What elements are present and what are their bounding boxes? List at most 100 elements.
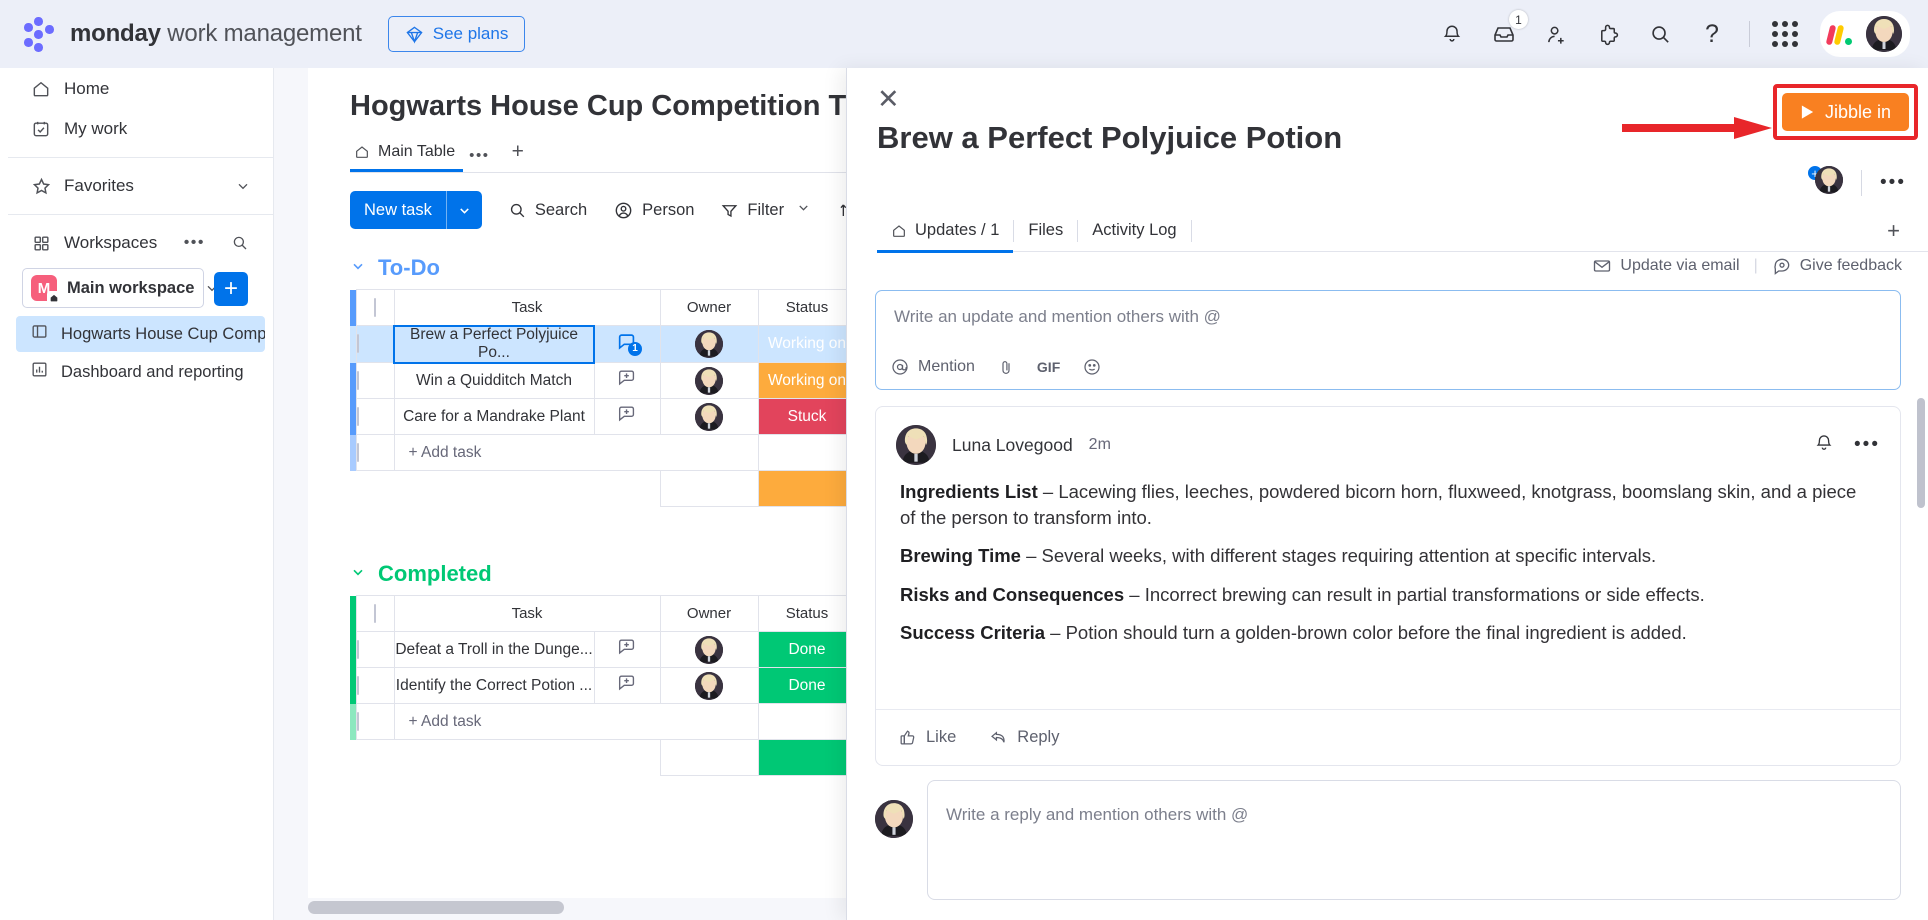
add-tab-icon[interactable]: + bbox=[1887, 218, 1900, 244]
tab-updates[interactable]: Updates / 1 bbox=[877, 210, 1014, 253]
update-composer[interactable]: Write an update and mention others with … bbox=[875, 290, 1901, 390]
mention-button[interactable]: Mention bbox=[890, 357, 975, 377]
workspace-selector[interactable]: M Main workspace bbox=[22, 268, 217, 308]
board-horizontal-scrollbar[interactable] bbox=[308, 901, 564, 914]
add-task-label[interactable]: + Add task bbox=[393, 703, 759, 740]
task-name-cell[interactable]: Defeat a Troll in the Dunge... bbox=[393, 631, 595, 668]
avatar[interactable] bbox=[695, 402, 723, 431]
post-more-actions-icon[interactable]: ••• bbox=[1854, 434, 1880, 456]
avatar[interactable] bbox=[695, 330, 723, 358]
column-header-task[interactable]: Task bbox=[393, 595, 661, 632]
row-checkbox[interactable] bbox=[356, 406, 359, 426]
owner-cell[interactable] bbox=[659, 631, 759, 668]
chevron-down-icon[interactable] bbox=[447, 203, 482, 218]
task-name-cell[interactable]: Care for a Mandrake Plant bbox=[393, 398, 595, 435]
status-badge[interactable]: Working on bbox=[757, 325, 857, 363]
task-name-cell[interactable]: Identify the Correct Potion ... bbox=[393, 667, 595, 704]
updates-cell[interactable] bbox=[593, 667, 661, 704]
chevron-down-icon[interactable] bbox=[350, 564, 366, 585]
owner-cell[interactable] bbox=[659, 362, 759, 399]
select-all-checkbox[interactable] bbox=[374, 298, 376, 317]
reply-button[interactable]: Reply bbox=[988, 728, 1059, 747]
reply-input-placeholder[interactable]: Write a reply and mention others with @ bbox=[946, 805, 1248, 825]
inbox-icon[interactable]: 1 bbox=[1489, 10, 1528, 49]
status-badge[interactable]: Done bbox=[757, 631, 857, 668]
tab-files[interactable]: Files bbox=[1014, 210, 1077, 252]
avatar[interactable] bbox=[896, 425, 936, 465]
row-checkbox[interactable] bbox=[356, 334, 359, 353]
tab-more-icon[interactable]: ••• bbox=[463, 147, 496, 172]
sidebar-item-favorites[interactable]: Favorites bbox=[16, 167, 265, 205]
panel-more-actions-icon[interactable]: ••• bbox=[1880, 172, 1906, 194]
sidebar-item-my-work[interactable]: My work bbox=[16, 110, 265, 148]
update-via-email-button[interactable]: Update via email bbox=[1592, 256, 1740, 276]
new-task-button[interactable]: New task bbox=[350, 191, 482, 229]
board-search-button[interactable]: Search bbox=[508, 201, 587, 220]
avatar[interactable] bbox=[875, 800, 913, 838]
bell-icon[interactable] bbox=[1437, 19, 1467, 49]
workspaces-search-icon[interactable] bbox=[229, 232, 251, 254]
chevron-down-icon[interactable] bbox=[350, 258, 366, 279]
column-header-owner[interactable]: Owner bbox=[659, 289, 759, 326]
add-task-label[interactable]: + Add task bbox=[393, 434, 759, 471]
chevron-down-icon[interactable] bbox=[796, 200, 811, 220]
note-badge[interactable]: 1 bbox=[616, 331, 642, 356]
account-area[interactable] bbox=[1820, 11, 1910, 57]
search-icon[interactable] bbox=[1645, 19, 1675, 49]
brand-logo-group[interactable]: monday work management bbox=[22, 17, 362, 52]
update-input-placeholder[interactable]: Write an update and mention others with … bbox=[894, 307, 1221, 327]
add-board-button[interactable]: + bbox=[214, 272, 248, 306]
status-badge[interactable]: Working on bbox=[757, 362, 857, 399]
column-header-status[interactable]: Status bbox=[757, 289, 857, 326]
avatar[interactable] bbox=[1866, 16, 1902, 52]
person-filter-button[interactable]: Person bbox=[613, 200, 694, 221]
give-feedback-button[interactable]: Give feedback bbox=[1772, 256, 1902, 276]
close-icon[interactable]: ✕ bbox=[877, 86, 900, 113]
status-badge[interactable]: Stuck bbox=[757, 398, 857, 435]
avatar[interactable] bbox=[695, 366, 723, 395]
panel-vertical-scrollbar[interactable] bbox=[1917, 398, 1925, 508]
add-view-icon[interactable]: + bbox=[496, 140, 536, 172]
attachment-button[interactable] bbox=[997, 357, 1015, 377]
owner-cell[interactable] bbox=[659, 667, 759, 704]
gif-button[interactable]: GIF bbox=[1037, 359, 1060, 375]
row-checkbox[interactable] bbox=[356, 675, 359, 695]
updates-cell[interactable] bbox=[593, 398, 661, 435]
filter-button[interactable]: Filter bbox=[720, 200, 811, 220]
workspaces-more-icon[interactable]: ••• bbox=[184, 234, 205, 252]
chevron-down-icon[interactable] bbox=[235, 178, 251, 194]
avatar[interactable] bbox=[695, 635, 723, 664]
task-name-cell[interactable]: Win a Quidditch Match bbox=[393, 362, 595, 399]
invite-member-icon[interactable] bbox=[1541, 19, 1571, 49]
help-icon[interactable]: ? bbox=[1697, 19, 1727, 49]
tab-main-table[interactable]: Main Table bbox=[350, 143, 464, 172]
owner-cell[interactable] bbox=[659, 325, 759, 363]
owner-cell[interactable] bbox=[659, 398, 759, 435]
sidebar-item-workspaces[interactable]: Workspaces ••• bbox=[16, 224, 265, 262]
see-plans-button[interactable]: See plans bbox=[387, 16, 526, 52]
panel-item-title[interactable]: Brew a Perfect Polyjuice Potion bbox=[877, 120, 1342, 156]
sidebar-item-hogwarts-board[interactable]: Hogwarts House Cup Comp... bbox=[16, 316, 265, 352]
row-checkbox[interactable] bbox=[356, 370, 359, 390]
updates-cell[interactable] bbox=[593, 631, 661, 668]
notification-bell-icon[interactable] bbox=[1814, 433, 1834, 458]
like-button[interactable]: Like bbox=[898, 728, 956, 747]
status-badge[interactable]: Done bbox=[757, 667, 857, 704]
updates-cell[interactable] bbox=[593, 362, 661, 399]
column-header-status[interactable]: Status bbox=[757, 595, 857, 632]
integrations-icon[interactable] bbox=[1593, 19, 1623, 49]
column-header-owner[interactable]: Owner bbox=[659, 595, 759, 632]
row-checkbox[interactable] bbox=[356, 639, 359, 659]
sidebar-item-home[interactable]: Home bbox=[16, 70, 265, 108]
row-checkbox[interactable] bbox=[356, 442, 359, 462]
emoji-button[interactable] bbox=[1082, 357, 1102, 377]
invite-people-control[interactable]: + bbox=[1806, 164, 1844, 199]
tab-activity-log[interactable]: Activity Log bbox=[1078, 210, 1190, 252]
column-header-task[interactable]: Task bbox=[393, 289, 661, 326]
reply-input[interactable]: Write a reply and mention others with @ bbox=[927, 780, 1901, 900]
select-all-checkbox[interactable] bbox=[374, 604, 376, 623]
apps-grid-icon[interactable] bbox=[1772, 21, 1798, 47]
jibble-in-button[interactable]: Jibble in bbox=[1781, 93, 1909, 131]
updates-cell[interactable]: 1 bbox=[593, 325, 661, 363]
sidebar-item-dashboard-reporting[interactable]: Dashboard and reporting bbox=[16, 354, 265, 390]
